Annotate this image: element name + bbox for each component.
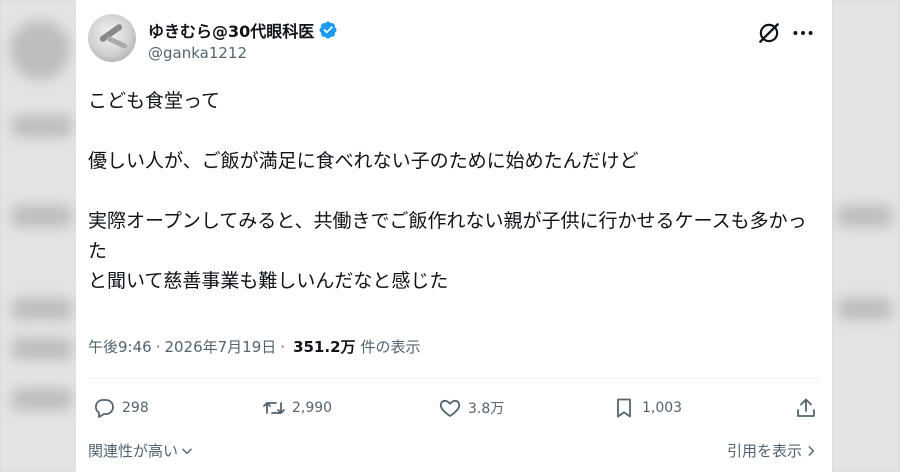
retweet-button[interactable]: 2,990	[262, 396, 332, 420]
chevron-right-icon	[808, 445, 815, 456]
like-button[interactable]: 3.8万	[438, 396, 504, 420]
view-quotes-button[interactable]: 引用を表示	[727, 440, 818, 461]
bookmark-button[interactable]: 1,003	[612, 396, 682, 420]
retweet-icon	[263, 402, 285, 414]
reply-button[interactable]: 298	[92, 396, 149, 420]
reply-icon	[94, 399, 114, 418]
retweet-count: 2,990	[292, 400, 333, 416]
user-handle[interactable]: @ganka1212	[148, 44, 247, 62]
like-icon	[439, 399, 461, 417]
blurred-background-right	[832, 0, 900, 472]
more-icon[interactable]	[790, 20, 816, 46]
tweet-text: こども食堂って 優しい人が、ご飯が満足に食べれない子のために始めたんだけど 実際…	[88, 90, 807, 292]
tweet-header: ゆきむら@30代眼科医 @ganka1212	[86, 10, 822, 70]
sort-label: 関連性が高い	[88, 442, 179, 460]
separator: ·	[280, 337, 286, 356]
share-icon	[797, 398, 815, 417]
tweet-time[interactable]: 午後9:46	[88, 336, 152, 357]
like-count: 3.8万	[468, 401, 505, 417]
separator: ·	[155, 337, 161, 356]
tweet-meta: 午後9:46 · 2026年7月19日 · 351.2万 件の表示	[88, 336, 421, 357]
tweet-date[interactable]: 2026年7月19日	[164, 336, 276, 357]
blurred-background-left	[0, 0, 78, 472]
divider	[88, 378, 820, 379]
grok-icon[interactable]	[756, 20, 782, 46]
view-count: 351.2万	[293, 338, 356, 356]
action-bar: 298 2,990 3.8万 1,003	[88, 396, 818, 426]
avatar[interactable]	[88, 14, 136, 62]
reply-count: 298	[122, 400, 149, 416]
quotes-label: 引用を表示	[726, 442, 802, 460]
bookmark-count: 1,003	[642, 400, 683, 416]
name-row: ゆきむら@30代眼科医	[148, 18, 338, 42]
display-name[interactable]: ゆきむら@30代眼科医	[148, 18, 314, 42]
verified-badge-icon	[319, 21, 337, 39]
bookmark-icon	[617, 398, 631, 418]
share-button[interactable]	[794, 396, 818, 420]
chevron-down-icon	[182, 448, 192, 454]
tweet-card: ゆきむら@30代眼科医 @ganka1212 こども食堂って 優しい人が、ご飯が…	[76, 0, 832, 472]
sort-related-button[interactable]: 関連性が高い	[88, 440, 194, 461]
view-label: 件の表示	[360, 338, 421, 356]
